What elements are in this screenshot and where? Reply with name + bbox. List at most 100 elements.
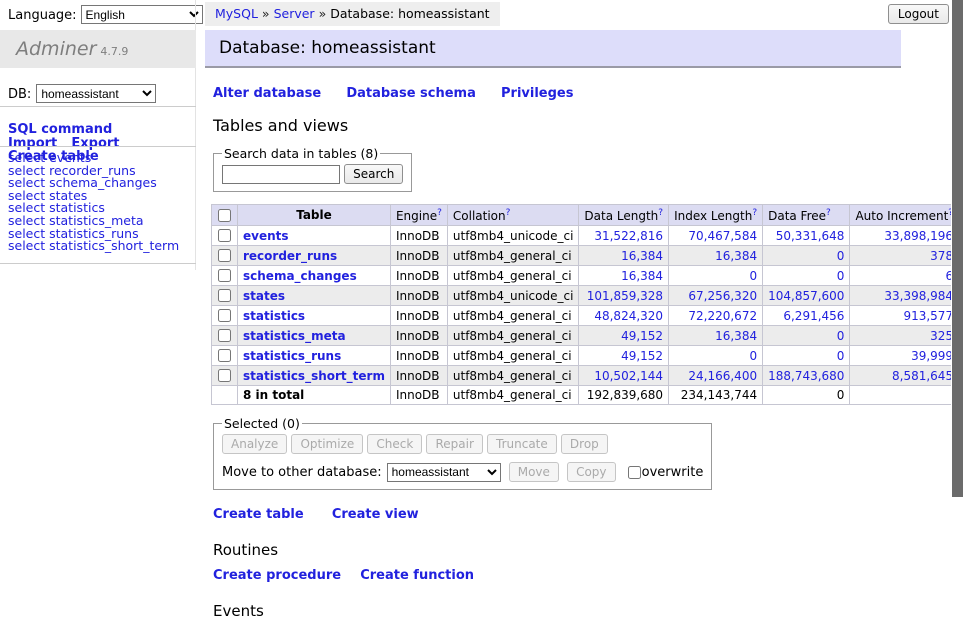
row-checkbox-cell [212, 326, 238, 346]
logout-button[interactable]: Logout [888, 4, 949, 24]
link-create-function[interactable]: Create function [360, 568, 474, 583]
cell-data-length: 10,502,144 [579, 366, 669, 386]
sidebar-item-select-statistics_short_term[interactable]: select statistics_short_term [8, 240, 194, 253]
table-link-states[interactable]: states [243, 289, 285, 303]
total-empty-cells [850, 386, 966, 405]
cell-auto-increment: 6 [850, 266, 959, 286]
table-link-recorder_runs[interactable]: recorder_runs [243, 249, 337, 263]
vertical-scrollbar[interactable] [951, 0, 966, 543]
scrollbar-thumb[interactable] [952, 0, 963, 497]
help-link-data-free[interactable]: ? [826, 208, 831, 218]
sidebar-divider [0, 263, 196, 264]
row-checkbox-states[interactable] [218, 289, 231, 302]
cell-data-free: 188,743,680 [763, 366, 850, 386]
column-header-table: Table [238, 205, 391, 226]
table-row: statistics_metaInnoDButf8mb4_general_ci4… [212, 326, 966, 346]
table-link-statistics_short_term[interactable]: statistics_short_term [243, 369, 385, 383]
cell-index-length: 67,256,320 [669, 286, 763, 306]
cell-data-length: 16,384 [579, 266, 669, 286]
table-row: statistics_short_termInnoDButf8mb4_gener… [212, 366, 966, 386]
overwrite-checkbox[interactable] [628, 466, 641, 479]
table-link-schema_changes[interactable]: schema_changes [243, 269, 357, 283]
main-content: Alter database Database schema Privilege… [205, 70, 925, 620]
cell-engine: InnoDB [390, 326, 447, 346]
cell-data-free: 0 [763, 326, 850, 346]
breadcrumb: MySQL»Server»Database: homeassistant [205, 2, 500, 26]
cell-data-length: 31,522,816 [579, 226, 669, 246]
db-select[interactable]: homeassistant [36, 84, 156, 103]
nav-link-database-schema[interactable]: Database schema [346, 86, 476, 101]
cell-table-name: statistics_meta [238, 326, 391, 346]
link-create-procedure[interactable]: Create procedure [213, 568, 341, 583]
repair-button: Repair [426, 434, 482, 454]
help-link-engine[interactable]: ? [437, 208, 442, 218]
move-db-select[interactable]: homeassistant [387, 463, 501, 482]
help-link-data-length[interactable]: ? [658, 208, 663, 218]
cell-data-free: 0 [763, 246, 850, 266]
row-checkbox-statistics_meta[interactable] [218, 329, 231, 342]
routines-links: Create procedure Create function [213, 568, 925, 583]
cell-data-length: 48,824,320 [579, 306, 669, 326]
sidebar-link-sql-command[interactable]: SQL command [8, 122, 112, 137]
row-checkbox-statistics_short_term[interactable] [218, 369, 231, 382]
row-checkbox-cell [212, 346, 238, 366]
cell-engine: InnoDB [390, 226, 447, 246]
column-header-collation: Collation? [447, 205, 579, 226]
search-input[interactable] [222, 165, 340, 184]
cell-auto-increment: 325 [850, 326, 959, 346]
cell-auto-increment: 39,999 [850, 346, 959, 366]
link-create-table[interactable]: Create table [213, 507, 304, 522]
total-label: 8 in total [238, 386, 391, 405]
table-total-row: 8 in totalInnoDButf8mb4_general_ci192,83… [212, 386, 966, 405]
table-link-events[interactable]: events [243, 229, 289, 243]
cell-index-length: 0 [669, 266, 763, 286]
help-link-collation[interactable]: ? [506, 208, 511, 218]
row-checkbox-schema_changes[interactable] [218, 269, 231, 282]
cell-engine: InnoDB [390, 286, 447, 306]
total-row: 8 in totalInnoDButf8mb4_general_ci192,83… [212, 386, 966, 405]
cell-auto-increment: 8,581,645 [850, 366, 959, 386]
breadcrumb-link-mysql[interactable]: MySQL [215, 6, 258, 21]
nav-link-privileges[interactable]: Privileges [501, 86, 573, 101]
select-all-checkbox[interactable] [218, 209, 231, 222]
total-data-free: 0 [763, 386, 850, 405]
cell-collation: utf8mb4_general_ci [447, 306, 579, 326]
total-index-length: 234,143,744 [669, 386, 763, 405]
overwrite-label: overwrite [642, 465, 704, 480]
cell-data-free: 0 [763, 266, 850, 286]
link-create-view[interactable]: Create view [332, 507, 419, 522]
move-row: Move to other database:homeassistant Mov… [222, 462, 703, 482]
page-title: Database: homeassistant [205, 30, 901, 68]
table-link-statistics_runs[interactable]: statistics_runs [243, 349, 341, 363]
cell-data-length: 49,152 [579, 326, 669, 346]
table-link-statistics_meta[interactable]: statistics_meta [243, 329, 346, 343]
row-checkbox-statistics[interactable] [218, 309, 231, 322]
help-link-index-length[interactable]: ? [752, 208, 757, 218]
sidebar: Adminer4.7.9 DB:homeassistant SQL comman… [0, 0, 196, 270]
breadcrumb-link-server[interactable]: Server [274, 6, 315, 21]
cell-table-name: statistics [238, 306, 391, 326]
cell-engine: InnoDB [390, 306, 447, 326]
cell-engine: InnoDB [390, 346, 447, 366]
cell-auto-increment: 378 [850, 246, 959, 266]
row-checkbox-statistics_runs[interactable] [218, 349, 231, 362]
selected-action-buttons: Analyze Optimize Check Repair Truncate D… [222, 434, 703, 454]
cell-collation: utf8mb4_general_ci [447, 246, 579, 266]
search-fieldset: Search data in tables (8) Search [213, 146, 412, 192]
search-button[interactable]: Search [344, 164, 403, 184]
copy-button: Copy [567, 462, 615, 482]
column-header-engine: Engine? [390, 205, 447, 226]
cell-data-length: 101,859,328 [579, 286, 669, 306]
app-title: Adminer4.7.9 [0, 30, 196, 68]
total-engine: InnoDB [390, 386, 447, 405]
cell-data-length: 16,384 [579, 246, 669, 266]
column-header-index-length: Index Length? [669, 205, 763, 226]
cell-data-free: 104,857,600 [763, 286, 850, 306]
table-link-statistics[interactable]: statistics [243, 309, 305, 323]
row-checkbox-recorder_runs[interactable] [218, 249, 231, 262]
cell-auto-increment: 33,398,984 [850, 286, 959, 306]
overwrite-option: overwrite [627, 465, 704, 480]
total-checkbox-spacer [212, 386, 238, 405]
row-checkbox-events[interactable] [218, 229, 231, 242]
nav-link-alter-database[interactable]: Alter database [213, 86, 321, 101]
